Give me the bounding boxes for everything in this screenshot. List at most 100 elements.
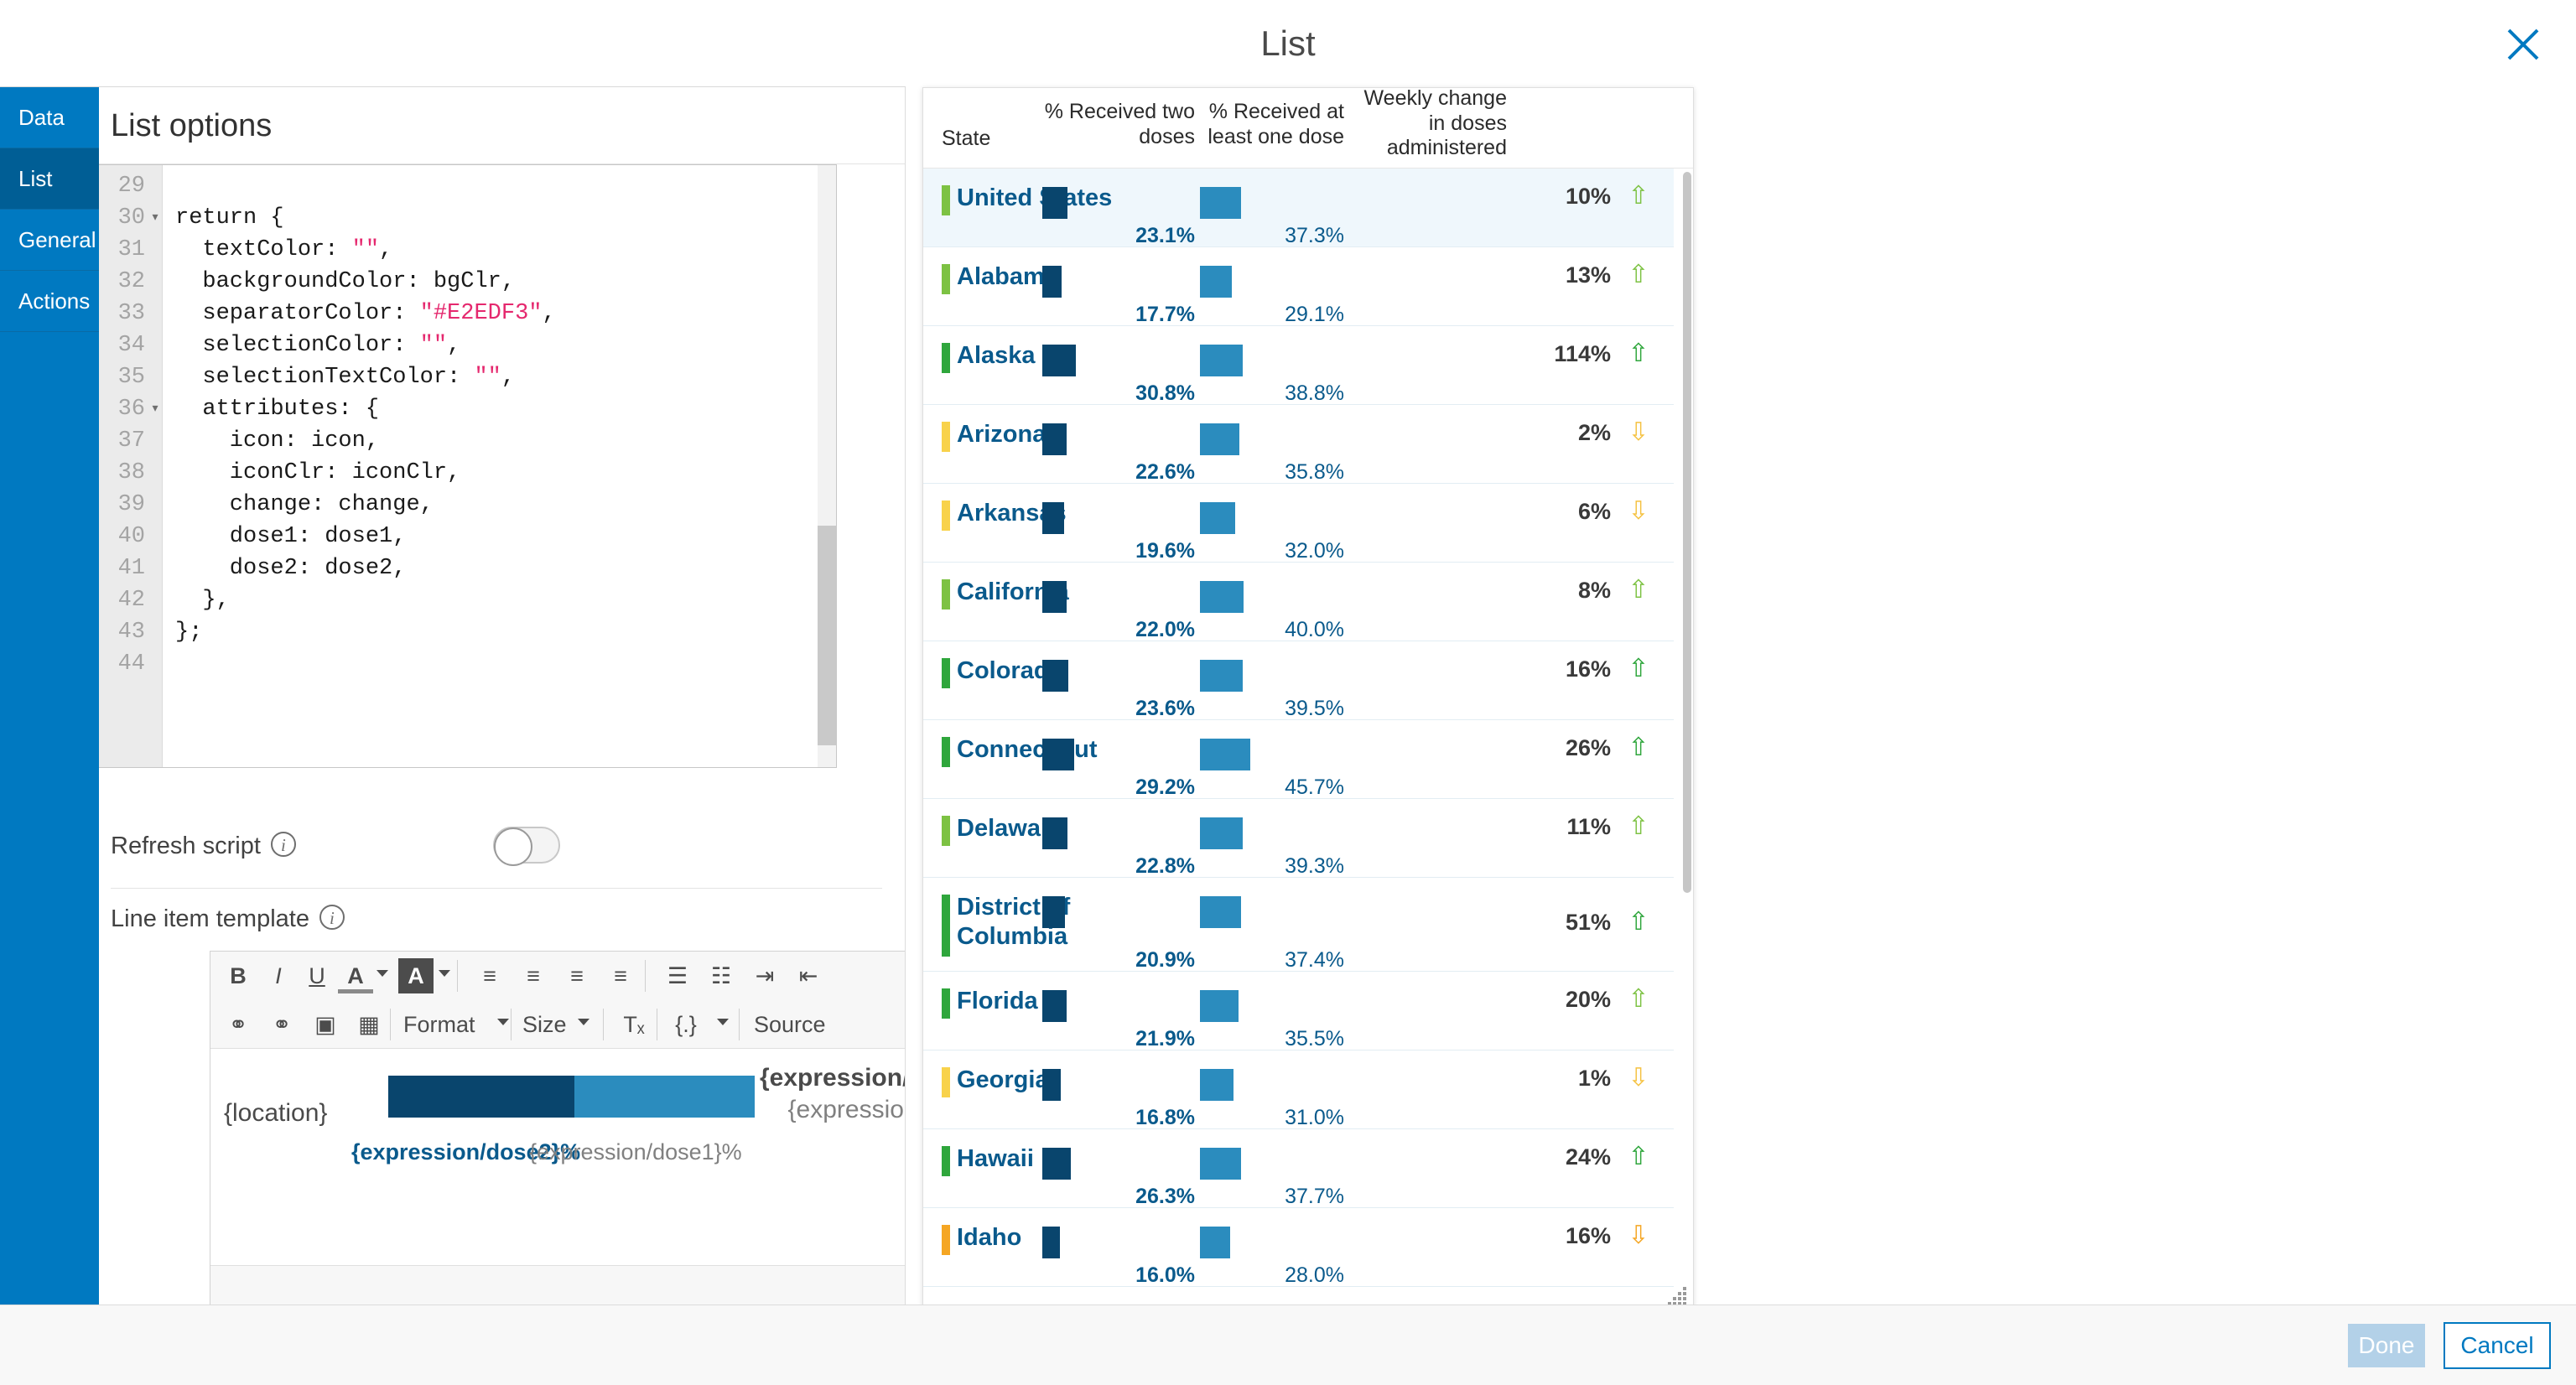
table-icon[interactable]: ▦ — [351, 1007, 387, 1042]
template-token-change: {expression/change}% — [760, 1064, 905, 1092]
chevron-down-icon[interactable] — [377, 970, 388, 977]
remove-format-icon[interactable]: Tₓ — [616, 1007, 652, 1042]
refresh-script-toggle[interactable] — [493, 827, 560, 866]
row-value-dose1: 28.0% — [1285, 1263, 1344, 1287]
table-row[interactable]: Alabama 17.7% 29.1% 13% ⇧ — [923, 247, 1674, 326]
table-row[interactable]: United States 23.1% 37.3% 10% ⇧ — [923, 169, 1674, 247]
code-fold-arrow-icon[interactable]: ▾ — [148, 202, 162, 234]
chevron-down-icon[interactable] — [497, 1019, 509, 1025]
bulleted-list-icon[interactable]: ☰ — [660, 958, 695, 993]
row-state-name: District of Columbia — [957, 894, 1071, 951]
list-widget: State % Received two doses % Received at… — [922, 87, 1694, 1311]
row-bar-dose2 — [1042, 990, 1067, 1022]
row-bar-dose1 — [1200, 581, 1244, 613]
code-fold-arrow-icon[interactable]: ▾ — [148, 393, 162, 425]
row-status-accent — [942, 1146, 950, 1176]
row-status-accent — [942, 185, 950, 215]
code-scrollbar-track[interactable] — [818, 165, 836, 767]
italic-icon[interactable]: I — [261, 958, 296, 993]
resize-grip-dot — [1673, 1297, 1676, 1300]
row-status-accent — [942, 988, 950, 1019]
chevron-down-icon[interactable] — [717, 1019, 729, 1025]
cancel-button[interactable]: Cancel — [2444, 1322, 2551, 1369]
text-color-icon[interactable]: A — [338, 958, 373, 993]
outdent-icon[interactable]: ⇤ — [791, 958, 826, 993]
close-icon[interactable] — [2490, 12, 2556, 77]
list-scrollbar-track[interactable] — [1681, 169, 1693, 1310]
arrow-up-icon: ⇧ — [1628, 734, 1649, 761]
code-line-text: selectionTextColor: "", — [175, 365, 516, 390]
bg-color-icon[interactable]: A — [398, 958, 434, 993]
align-center-icon[interactable]: ≡ — [516, 958, 551, 993]
sidebar-item-actions[interactable]: Actions — [0, 271, 99, 332]
arrow-up-icon: ⇧ — [1628, 655, 1649, 682]
table-row[interactable]: Idaho 16.0% 28.0% 16% ⇩ — [923, 1208, 1674, 1287]
line-item-template-label: Line item template i — [111, 905, 345, 933]
code-scrollbar-thumb[interactable] — [818, 526, 836, 745]
chevron-down-icon[interactable] — [439, 970, 450, 977]
code-line: 38 iconClr: iconClr, — [99, 457, 836, 489]
sidebar-item-list[interactable]: List — [0, 148, 99, 210]
table-row[interactable]: Connecticut 29.2% 45.7% 26% ⇧ — [923, 720, 1674, 799]
align-right-icon[interactable]: ≡ — [559, 958, 595, 993]
align-justify-icon[interactable]: ≡ — [603, 958, 638, 993]
dialog-footer: Done Cancel — [0, 1305, 2576, 1385]
template-preview-body[interactable]: {location} {expression/change}% {express… — [210, 1049, 905, 1265]
sidebar-item-data[interactable]: Data — [0, 87, 99, 148]
expression-dropdown[interactable]: {.} — [668, 1007, 704, 1042]
bold-icon[interactable]: B — [221, 958, 256, 993]
size-dropdown[interactable]: Size — [522, 1007, 603, 1042]
script-code-editor[interactable]: 29 30 ▾ return {31 textColor: "", 32 backgro… — [99, 164, 837, 768]
format-dropdown[interactable]: Format — [403, 1007, 484, 1042]
rich-text-toolbar: B I U A A ≡ ≡ ≡ ≡ ☰ ☷ ⇥ ⇤ ⚭ ⚭ ▣ ▦ Format Size Tₓ {.} Source — [210, 952, 905, 1049]
row-bar-dose2 — [1042, 1148, 1072, 1180]
toolbar-separator — [390, 1009, 391, 1040]
arrow-down-icon: ⇩ — [1628, 1222, 1649, 1249]
row-state-name: Delaware — [957, 815, 1064, 842]
source-button[interactable]: Source — [754, 1007, 880, 1042]
info-icon[interactable]: i — [319, 905, 345, 930]
sidebar-item-general[interactable]: General — [0, 210, 99, 271]
page-title: List options — [99, 87, 905, 164]
image-icon[interactable]: ▣ — [308, 1007, 343, 1042]
row-bar-dose2 — [1042, 1069, 1061, 1101]
table-row[interactable]: Arizona 22.6% 35.8% 2% ⇩ — [923, 405, 1674, 484]
row-value-change: 16% — [1565, 656, 1611, 682]
table-row[interactable]: Florida 21.9% 35.5% 20% ⇧ — [923, 972, 1674, 1050]
row-value-dose2: 23.6% — [1135, 697, 1195, 720]
code-line-text: }; — [175, 620, 203, 645]
table-row[interactable]: Georgia 16.8% 31.0% 1% ⇩ — [923, 1050, 1674, 1129]
code-line-number: 32 — [117, 269, 145, 294]
toolbar-row-formatting: B I U A A ≡ ≡ ≡ ≡ ☰ ☷ ⇥ ⇤ — [210, 952, 905, 1000]
numbered-list-icon[interactable]: ☷ — [704, 958, 739, 993]
indent-icon[interactable]: ⇥ — [747, 958, 782, 993]
info-icon[interactable]: i — [270, 832, 296, 857]
row-value-dose1: 31.0% — [1285, 1106, 1344, 1129]
resize-grip-dot — [1683, 1297, 1686, 1300]
table-row[interactable]: District of Columbia 20.9% 37.4% 51% ⇧ — [923, 878, 1674, 972]
table-row[interactable]: Hawaii 26.3% 37.7% 24% ⇧ — [923, 1129, 1674, 1208]
resize-grip-dot — [1683, 1292, 1686, 1295]
row-value-dose2: 22.0% — [1135, 618, 1195, 641]
row-status-accent — [942, 816, 950, 846]
list-scrollbar-thumb[interactable] — [1683, 172, 1691, 893]
table-row[interactable]: Delaware 22.8% 39.3% 11% ⇧ — [923, 799, 1674, 878]
code-line-number: 39 — [117, 492, 145, 517]
editor-status-bar — [210, 1265, 905, 1305]
link-icon[interactable]: ⚭ — [221, 1007, 256, 1042]
column-header-change: Weekly change in doses administered — [1363, 87, 1507, 159]
table-row[interactable]: Colorado 23.6% 39.5% 16% ⇧ — [923, 641, 1674, 720]
unlink-icon[interactable]: ⚭ — [264, 1007, 299, 1042]
align-left-icon[interactable]: ≡ — [472, 958, 507, 993]
toolbar-separator — [511, 1009, 512, 1040]
table-row[interactable]: Arkansas 19.6% 32.0% 6% ⇩ — [923, 484, 1674, 563]
table-row[interactable]: California 22.0% 40.0% 8% ⇧ — [923, 563, 1674, 641]
underline-icon[interactable]: U — [299, 958, 335, 993]
line-item-template-editor[interactable]: B I U A A ≡ ≡ ≡ ≡ ☰ ☷ ⇥ ⇤ ⚭ ⚭ ▣ ▦ Format Size Tₓ {.} Source … — [210, 951, 905, 1305]
table-row[interactable]: Alaska 30.8% 38.8% 114% ⇧ — [923, 326, 1674, 405]
list-rows[interactable]: United States 23.1% 37.3% 10% ⇧ Alabama 17.7% 2… — [923, 169, 1693, 1310]
toolbar-separator — [739, 1009, 740, 1040]
chevron-down-icon[interactable] — [578, 1019, 589, 1025]
row-value-change: 1% — [1577, 1066, 1611, 1091]
done-button[interactable]: Done — [2348, 1324, 2425, 1367]
